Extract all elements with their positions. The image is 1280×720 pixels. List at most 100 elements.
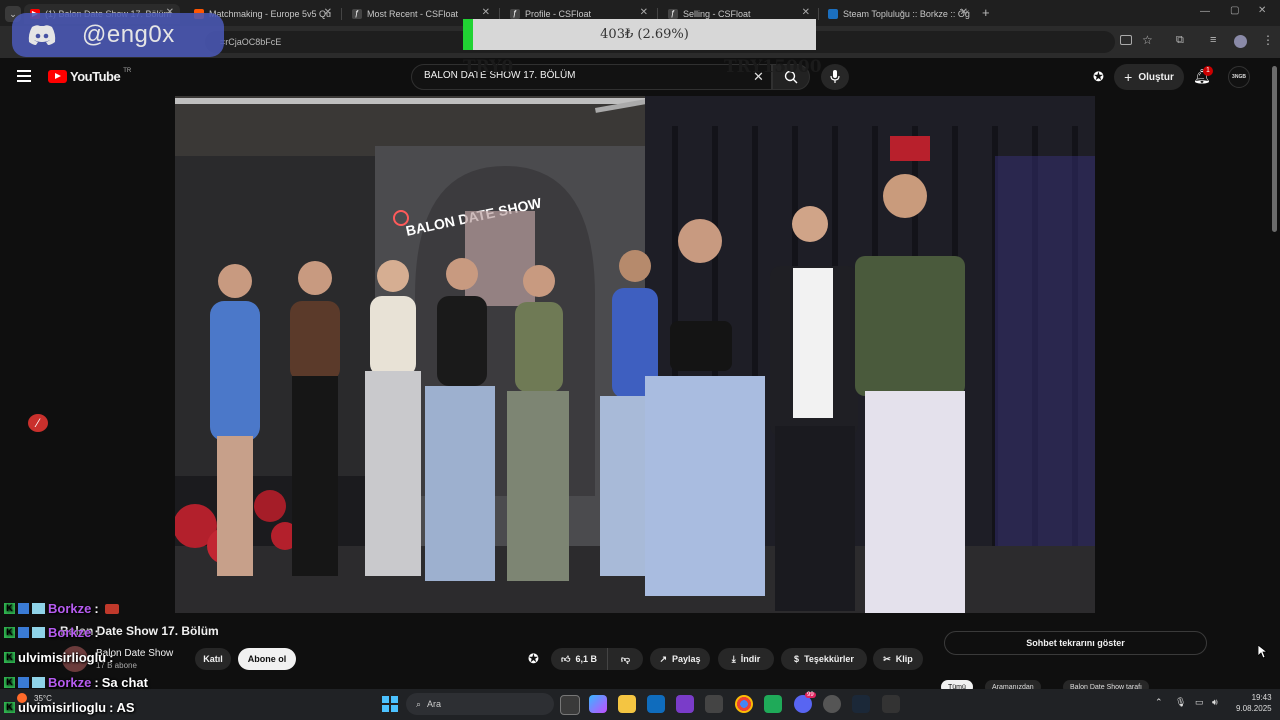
video-frame: BALON DATE SHOW	[175, 96, 1095, 613]
store-icon[interactable]	[647, 695, 665, 713]
network-icon[interactable]: ▭	[1195, 697, 1204, 708]
maximize-icon[interactable]: ▢	[1230, 5, 1239, 16]
user-avatar[interactable]: 3NGB	[1228, 66, 1250, 88]
sub-badge-icon	[18, 603, 29, 614]
chat-username: ulvimisirlioglu	[18, 700, 107, 715]
chat-separator: :	[109, 650, 114, 665]
kick-badge-icon: K	[4, 677, 15, 688]
tray-chevron-icon[interactable]: ⌃	[1155, 697, 1163, 708]
thanks-dollar-icon: $	[794, 654, 800, 664]
kick-badge-icon: K	[4, 652, 15, 663]
microphone-tray-icon[interactable]: 🎙︎	[1175, 697, 1186, 708]
try-max-label: TRY15000	[724, 57, 822, 77]
mouse-cursor-icon	[1258, 645, 1268, 659]
tv-badge-icon	[32, 603, 45, 614]
task-view-icon[interactable]	[560, 695, 580, 715]
trade-value: 403₺ (2.69%)	[600, 27, 689, 42]
close-tab-icon[interactable]: ✕	[482, 7, 490, 18]
chat-emote-icon	[104, 603, 119, 614]
windows-taskbar	[0, 689, 1280, 720]
bookmark-star-icon[interactable]: ☆	[1142, 33, 1153, 47]
close-tab-icon[interactable]: ✕	[640, 7, 648, 18]
minimize-icon[interactable]: —	[1200, 6, 1210, 17]
cast-icon[interactable]	[1120, 35, 1132, 45]
extensions-icon[interactable]: ⧉	[1176, 34, 1184, 47]
url-text: =rCjaOC8bFcE	[220, 37, 282, 47]
file-explorer-icon[interactable]	[618, 695, 636, 713]
microphone-icon	[830, 70, 840, 83]
chrome-icon[interactable]	[735, 695, 753, 713]
reading-list-icon[interactable]: ≡	[1210, 34, 1216, 46]
app-x-icon[interactable]	[676, 695, 694, 713]
tab-steam[interactable]: Steam Topluluğu :: Borkze :: Öğ ✕	[822, 4, 974, 24]
chat-separator: :	[94, 601, 99, 616]
profile-avatar[interactable]	[1234, 35, 1247, 48]
voice-search-button[interactable]	[821, 64, 849, 90]
youtube-logo[interactable]: YouTube TR	[48, 68, 131, 84]
chat-separator: :	[109, 700, 114, 715]
dislike-button[interactable]: 👎︎	[607, 648, 643, 670]
subscribe-button[interactable]: Abone ol	[238, 648, 296, 670]
new-tab-button[interactable]: +	[982, 5, 990, 20]
app-gamepad-icon[interactable]	[882, 695, 900, 713]
discord-overlay: @eng0x	[12, 13, 224, 57]
premium-badge-icon[interactable]: ✪	[1093, 69, 1104, 85]
kick-badge-icon: K	[4, 603, 15, 614]
download-button[interactable]: ⤓ İndir	[718, 648, 774, 670]
copilot-icon[interactable]	[589, 695, 607, 713]
taskbar-clock[interactable]: 19:43 9.08.2025	[1236, 692, 1272, 714]
video-player[interactable]: BALON DATE SHOW	[175, 96, 1095, 613]
tv-badge-icon	[32, 677, 45, 688]
close-tab-icon[interactable]: ✕	[802, 7, 810, 18]
chat-username: Borkze	[48, 625, 92, 640]
close-tab-icon[interactable]: ✕	[960, 7, 968, 18]
chat-message: K Borkze:	[4, 625, 102, 640]
page-scrollbar[interactable]	[1272, 66, 1277, 232]
menu-hamburger-icon[interactable]	[17, 70, 31, 82]
thumbs-down-icon: 👎︎	[620, 653, 631, 664]
chat-message: Kulvimisirlioglu:	[4, 650, 116, 665]
csfloat-icon: ƒ	[352, 9, 362, 19]
try-min-label: TRY0	[463, 57, 514, 77]
chat-message: K Borkze:	[4, 601, 119, 616]
scissors-icon: ✂	[883, 653, 891, 664]
like-button[interactable]: 👍︎ 6,1 B	[551, 648, 607, 670]
show-chat-replay-button[interactable]: Sohbet tekrarını göster	[944, 631, 1207, 655]
share-button[interactable]: ↗ Paylaş	[650, 648, 710, 670]
thumbs-up-icon: 👍︎	[561, 653, 571, 664]
app-cube-icon[interactable]	[705, 695, 723, 713]
youtube-play-icon	[48, 70, 67, 83]
clip-button[interactable]: ✂ Klip	[873, 648, 923, 670]
csfloat-icon: ƒ	[510, 9, 520, 19]
browser-menu-icon[interactable]: ⋮	[1262, 33, 1274, 47]
steam-taskbar-icon[interactable]	[852, 695, 870, 713]
create-button[interactable]: + Oluştur	[1114, 64, 1184, 90]
windows-start-icon[interactable]	[382, 696, 398, 712]
chat-message: Kulvimisirlioglu: AS	[4, 700, 135, 715]
close-window-icon[interactable]: ✕	[1258, 5, 1266, 16]
share-arrow-icon: ↗	[659, 653, 667, 664]
chat-username: ulvimisirlioglu	[18, 650, 107, 665]
steam-icon	[828, 9, 838, 19]
trade-progress-overlay: 403₺ (2.69%)	[463, 19, 816, 50]
plus-icon: +	[1124, 69, 1133, 85]
taskbar-search[interactable]: ⌕ Ara	[406, 693, 554, 715]
close-tab-icon[interactable]: ✕	[324, 7, 332, 18]
sub-badge-icon	[18, 677, 29, 688]
premium-sparkle-icon[interactable]: ✪	[528, 651, 539, 667]
discord-icon	[28, 25, 56, 45]
app-circle-icon[interactable]	[823, 695, 841, 713]
discord-unread-badge: 99	[805, 692, 816, 698]
thanks-button[interactable]: $ Teşekkürler	[781, 648, 867, 670]
app-green-icon[interactable]	[764, 695, 782, 713]
csfloat-icon: ƒ	[668, 9, 678, 19]
chat-message: K Borkze: Sa chat	[4, 675, 148, 690]
volume-icon[interactable]: 🔊︎	[1212, 697, 1218, 708]
chat-text: AS	[116, 700, 135, 715]
extension-floating-icon[interactable]: ⁄	[28, 414, 48, 432]
tv-badge-icon	[32, 627, 45, 638]
chat-separator: :	[94, 675, 99, 690]
join-button[interactable]: Katıl	[195, 648, 231, 670]
chat-username: Borkze	[48, 675, 92, 690]
tab-divider	[341, 8, 342, 20]
